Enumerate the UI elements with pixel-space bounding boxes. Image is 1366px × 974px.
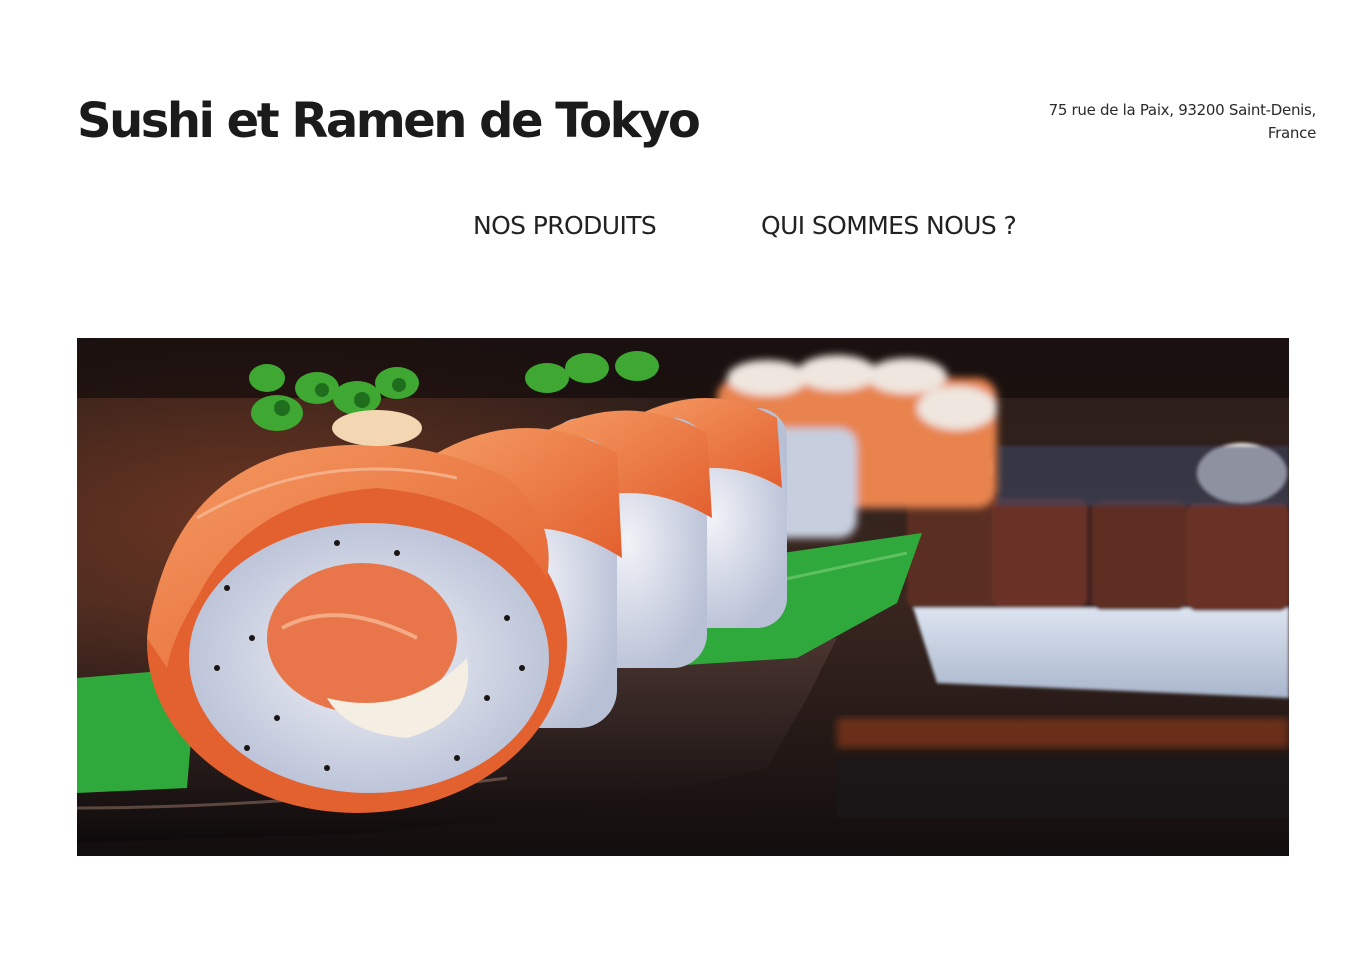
main-nav: NOS PRODUITS QUI SOMMES NOUS ? xyxy=(0,206,1366,246)
hero-image xyxy=(77,338,1289,856)
sushi-photo-illustration xyxy=(77,338,1289,856)
nav-link-about[interactable]: QUI SOMMES NOUS ? xyxy=(761,206,1017,246)
site-title[interactable]: Sushi et Ramen de Tokyo xyxy=(77,88,701,154)
address-line-country: France xyxy=(1267,124,1316,142)
address: 75 rue de la Paix, 93200 Saint-Denis, Fr… xyxy=(996,99,1317,145)
nav-link-products[interactable]: NOS PRODUITS xyxy=(473,206,657,246)
address-line-street: 75 rue de la Paix, 93200 Saint-Denis, xyxy=(1048,101,1317,119)
